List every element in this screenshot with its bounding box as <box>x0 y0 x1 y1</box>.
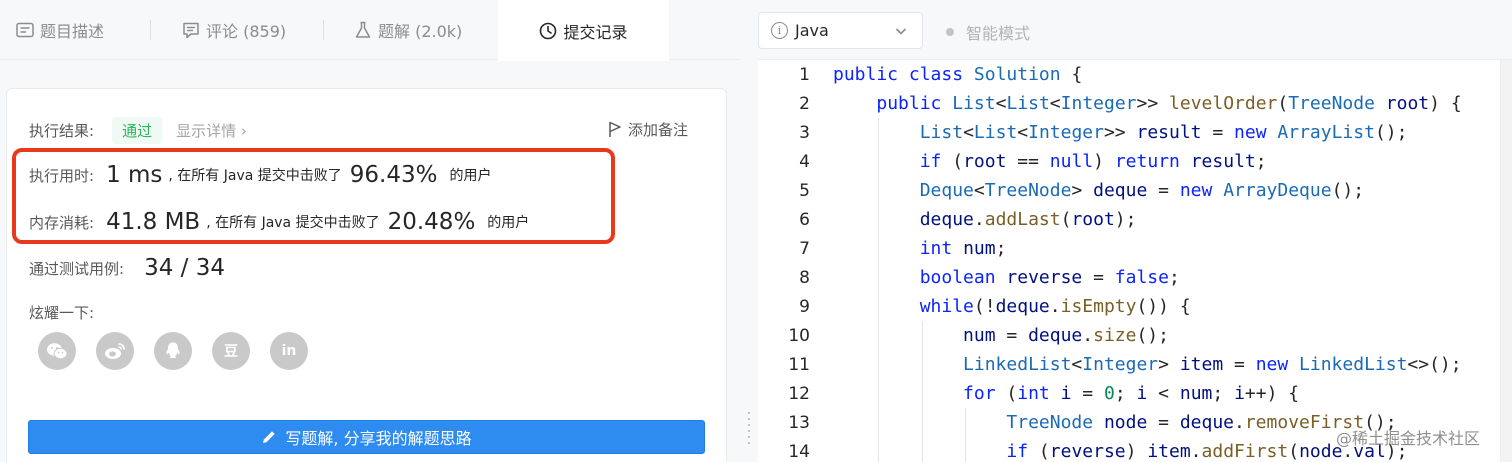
smart-mode-label: 智能模式 <box>966 24 1031 43</box>
code-editor[interactable]: 1 public class Solution { 2 public List<Li… <box>758 60 1512 462</box>
share-label: 炫耀一下: <box>29 304 95 322</box>
tab-submissions[interactable]: 提交记录 <box>498 0 669 61</box>
status-dot-icon <box>946 28 954 36</box>
tab-comments-label: 评论 (859) <box>206 22 287 41</box>
line-number: 8 <box>799 267 810 288</box>
tab-comments[interactable]: 评论 (859) <box>182 0 286 60</box>
code-line[interactable]: 3 List<List<Integer>> result = new Array… <box>758 118 1512 147</box>
code-text: LinkedList<Integer> item = new LinkedLis… <box>963 354 1462 375</box>
write-solution-button[interactable]: 写题解, 分享我的解题思路 <box>28 420 705 454</box>
pencil-icon <box>261 429 277 445</box>
code-line[interactable]: 9 while(!deque.isEmpty()) { <box>758 292 1512 321</box>
code-line[interactable]: 12 for (int i = 0; i < num; i++) { <box>758 379 1512 408</box>
language-select[interactable]: i Java <box>758 12 923 49</box>
line-number: 3 <box>799 122 810 143</box>
code-text: for (int i = 0; i < num; i++) { <box>963 383 1300 404</box>
code-line[interactable]: 8 boolean reverse = false; <box>758 263 1512 292</box>
tab-submissions-label: 提交记录 <box>563 22 628 42</box>
tab-bar: 题目描述 评论 (859) 题解 (2.0k) 提交记录 <box>0 0 740 61</box>
line-number: 10 <box>788 325 810 346</box>
line-number: 14 <box>788 441 810 462</box>
linkedin-glyph: in <box>281 343 297 359</box>
code-line[interactable]: 2 public List<List<Integer>> levelOrder(… <box>758 89 1512 118</box>
result-row: 执行结果: 通过 显示详情 › <box>29 117 247 144</box>
editor-scrollbar[interactable] <box>1500 60 1512 462</box>
tab-description[interactable]: 题目描述 <box>16 0 104 60</box>
line-number: 1 <box>799 64 810 85</box>
share-buttons: 豆 in <box>38 332 328 370</box>
flag-icon <box>608 121 622 138</box>
submission-result-card: 执行结果: 通过 显示详情 › 添加备注 执行用时: 1 ms , 在所有 Ja… <box>6 88 727 462</box>
tab-solutions[interactable]: 题解 (2.0k) <box>354 0 462 60</box>
add-note-label: 添加备注 <box>627 121 688 139</box>
watermark: @稀土掘金技术社区 <box>1336 429 1481 448</box>
code-text: TreeNode node = deque.removeFirst(); <box>1006 412 1397 433</box>
description-icon <box>16 21 34 39</box>
tab-divider <box>150 20 151 40</box>
drag-handle-icon[interactable] <box>748 412 750 448</box>
code-text: boolean reverse = false; <box>919 267 1180 288</box>
code-text: Deque<TreeNode> deque = new ArrayDeque()… <box>919 180 1365 201</box>
douban-glyph: 豆 <box>224 344 238 360</box>
tab-solutions-label: 题解 (2.0k) <box>378 22 463 41</box>
line-number: 7 <box>799 238 810 259</box>
code-text: public class Solution { <box>833 64 1083 85</box>
douban-icon[interactable]: 豆 <box>212 332 250 370</box>
code-line[interactable]: 7 int num; <box>758 234 1512 263</box>
code-line[interactable]: 6 deque.addLast(root); <box>758 205 1512 234</box>
flask-icon <box>354 21 372 39</box>
code-text: public List<List<Integer>> levelOrder(Tr… <box>876 93 1462 114</box>
comment-icon <box>182 21 200 39</box>
tab-description-label: 题目描述 <box>40 22 105 41</box>
code-text: int num; <box>919 238 1007 259</box>
line-number: 5 <box>799 180 810 201</box>
line-number: 12 <box>788 383 810 404</box>
indent-guide <box>921 321 923 462</box>
panel-splitter[interactable] <box>740 0 758 462</box>
smart-mode-toggle[interactable]: 智能模式 <box>946 20 1030 44</box>
code-line[interactable]: 5 Deque<TreeNode> deque = new ArrayDeque… <box>758 176 1512 205</box>
info-icon: i <box>771 22 788 39</box>
code-line[interactable]: 1 public class Solution { <box>758 60 1512 89</box>
chevron-down-icon <box>894 23 908 42</box>
add-note-button[interactable]: 添加备注 <box>608 119 688 140</box>
tab-divider <box>323 20 324 40</box>
result-label: 执行结果: <box>29 122 95 140</box>
line-number: 11 <box>788 354 810 375</box>
linkedin-icon[interactable]: in <box>270 332 308 370</box>
tests-label: 通过测试用例: <box>29 259 125 278</box>
code-text: if (reverse) item.addFirst(node.val); <box>1006 441 1408 462</box>
weibo-icon[interactable] <box>96 332 134 370</box>
clock-icon <box>539 22 557 40</box>
code-text: if (root == null) return result; <box>919 151 1267 172</box>
tests-value: 34 / 34 <box>144 255 225 281</box>
code-line[interactable]: 11 LinkedList<Integer> item = new Linked… <box>758 350 1512 379</box>
indent-guide <box>878 118 880 462</box>
code-line[interactable]: 4 if (root == null) return result; <box>758 147 1512 176</box>
code-text: List<List<Integer>> result = new ArrayLi… <box>919 122 1408 143</box>
wechat-icon[interactable] <box>38 332 76 370</box>
line-number: 2 <box>799 93 810 114</box>
editor-toolbar: i Java 智能模式 <box>758 0 1512 60</box>
language-value: Java <box>795 21 829 40</box>
show-details-link[interactable]: 显示详情 › <box>176 120 247 141</box>
status-badge: 通过 <box>112 117 163 144</box>
qq-icon[interactable] <box>154 332 192 370</box>
code-text: while(!deque.isEmpty()) { <box>919 296 1191 317</box>
tests-row: 通过测试用例: 34 / 34 <box>29 255 231 281</box>
highlight-annotation-box <box>12 148 615 244</box>
code-line[interactable]: 10 num = deque.size(); <box>758 321 1512 350</box>
code-text: num = deque.size(); <box>963 325 1169 346</box>
write-solution-label: 写题解, 分享我的解题思路 <box>285 429 472 448</box>
line-number: 13 <box>788 412 810 433</box>
code-panel: i Java 智能模式 1 public class Solution { 2 pu… <box>758 0 1512 462</box>
line-number: 9 <box>799 296 810 317</box>
indent-guide <box>965 408 967 462</box>
line-number: 6 <box>799 209 810 230</box>
left-panel: 题目描述 评论 (859) 题解 (2.0k) 提交记录 执行结果: 通过 显示… <box>0 0 740 462</box>
share-label-row: 炫耀一下: <box>29 302 94 323</box>
line-number: 4 <box>799 151 810 172</box>
